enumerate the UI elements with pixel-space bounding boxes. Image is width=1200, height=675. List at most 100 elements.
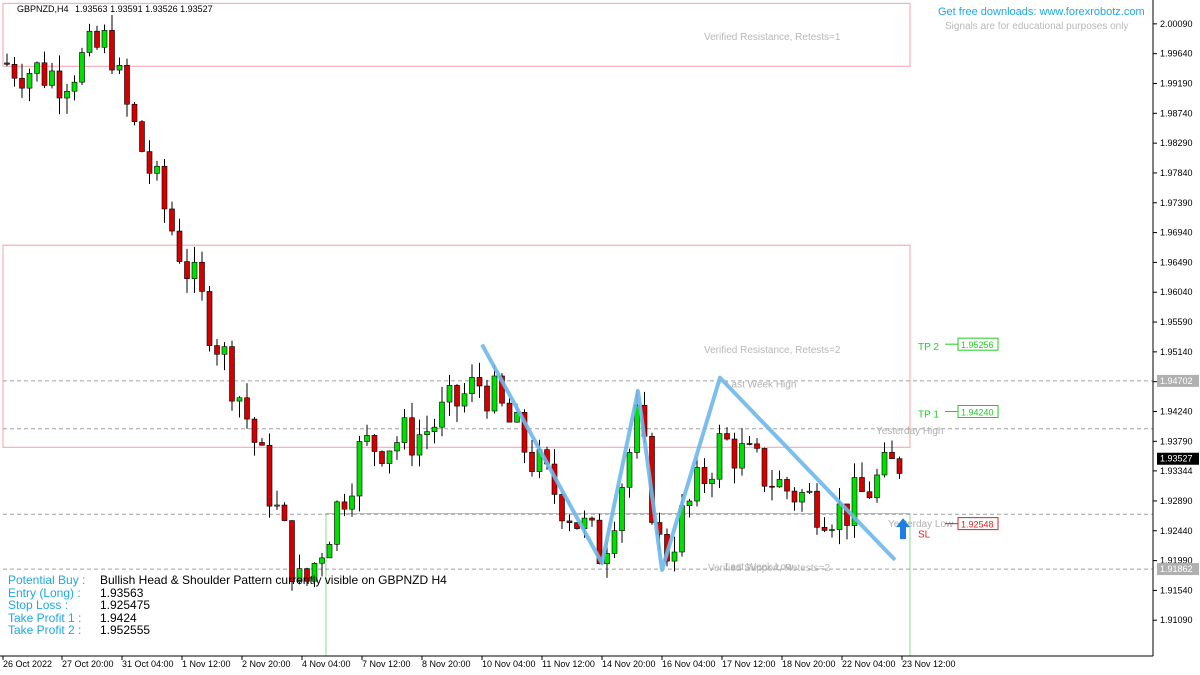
y-tick-label: 1.97390 xyxy=(1160,198,1193,208)
candle-body xyxy=(199,261,205,292)
x-tick-label: 10 Nov 04:00 xyxy=(482,659,536,669)
candle-body xyxy=(34,62,40,74)
bull-candle xyxy=(776,470,783,488)
bear-candle xyxy=(259,438,265,446)
candle-body xyxy=(26,73,33,89)
bear-candle xyxy=(379,450,385,467)
x-tick-label: 2 Nov 20:00 xyxy=(242,659,291,669)
candle-body xyxy=(79,52,85,83)
bear-candle xyxy=(701,458,708,494)
candle-body xyxy=(484,385,490,412)
candle-body xyxy=(176,230,183,262)
candle-body xyxy=(784,479,790,492)
candle-body xyxy=(769,485,775,488)
x-tick-label: 14 Nov 20:00 xyxy=(602,659,656,669)
candle-body xyxy=(874,474,880,499)
candle-body xyxy=(11,64,18,79)
bull-candle xyxy=(626,448,633,498)
candle-body xyxy=(161,165,168,210)
candle-body xyxy=(829,529,835,531)
candle-body xyxy=(274,504,280,507)
candle-body xyxy=(814,490,820,528)
bear-candle xyxy=(769,470,775,501)
zone-label: Verified Resistance, Retests=1 xyxy=(704,32,841,43)
candle-body xyxy=(791,490,798,503)
candle-body xyxy=(589,517,595,521)
x-tick-label: 26 Oct 2022 xyxy=(3,659,52,669)
yesterday-low-label: Yesterday Low xyxy=(888,519,954,530)
candle-body xyxy=(409,417,415,456)
info-value: Bullish Head & Shoulder Pattern currentl… xyxy=(100,573,447,587)
bear-candle xyxy=(206,286,213,352)
bear-candle xyxy=(124,58,130,117)
y-tick-label: 1.99190 xyxy=(1160,79,1193,89)
candle-body xyxy=(469,377,475,395)
bear-candle xyxy=(56,55,63,115)
y-tick-label: 1.94240 xyxy=(1160,406,1193,416)
bear-candle xyxy=(566,514,573,532)
candle-body xyxy=(559,494,565,522)
candle-body xyxy=(821,527,828,531)
yesterday-high-label: Yesterday High xyxy=(876,426,943,437)
candle-body xyxy=(251,418,258,443)
bear-candle xyxy=(889,440,895,459)
candle-body xyxy=(881,451,888,476)
candle-body xyxy=(71,81,78,92)
sl-price-text: 1.92548 xyxy=(961,520,994,530)
candle-body xyxy=(191,261,198,279)
y-tick-label: 1.93790 xyxy=(1160,436,1193,446)
bear-candle xyxy=(589,516,595,527)
price-tag-text: 1.93527 xyxy=(1160,454,1193,464)
candle-body xyxy=(341,501,348,510)
candle-body xyxy=(506,402,513,423)
candle-body xyxy=(146,151,153,174)
y-tick-label: 1.96490 xyxy=(1160,257,1193,267)
candle-body xyxy=(739,443,745,469)
x-tick-label: 4 Nov 04:00 xyxy=(302,659,351,669)
candle-body xyxy=(626,452,633,488)
bear-candle xyxy=(791,487,798,511)
x-tick-label: 18 Nov 20:00 xyxy=(782,659,836,669)
bear-candle xyxy=(814,483,820,535)
bull-candle xyxy=(274,490,280,510)
y-tick-label: 1.96040 xyxy=(1160,287,1193,297)
bull-candle xyxy=(874,468,880,503)
promo-link[interactable]: Get free downloads: www.forexrobotz.com xyxy=(938,6,1145,18)
bull-candle xyxy=(86,23,93,57)
bull-candle xyxy=(619,483,625,543)
bear-candle xyxy=(19,63,25,98)
bull-candle xyxy=(79,47,85,85)
head-shoulders-pattern xyxy=(480,343,897,572)
info-key: Take Profit 2 : xyxy=(8,623,82,637)
signal-info-panel: Potential Buy : Bullish Head & Shoulder P… xyxy=(0,574,460,644)
candle-body xyxy=(776,479,783,488)
bull-candle xyxy=(836,488,843,545)
candle-body xyxy=(326,543,333,559)
candle-body xyxy=(221,346,228,355)
candle-body xyxy=(154,165,160,174)
bull-candle xyxy=(394,436,400,460)
candle-body xyxy=(431,426,438,432)
bull-candle xyxy=(221,342,228,371)
candle-body xyxy=(349,495,355,510)
tp1-price-text: 1.94240 xyxy=(961,407,994,417)
candle-body xyxy=(709,478,715,484)
candle-body xyxy=(529,451,535,472)
x-tick-label: 22 Nov 04:00 xyxy=(842,659,896,669)
candle-body xyxy=(364,435,370,442)
ohlc-label: 1.93563 1.93591 1.93526 1.93527 xyxy=(75,4,213,14)
candle-body xyxy=(866,491,873,499)
bear-candle xyxy=(184,248,190,293)
candle-body xyxy=(86,30,93,53)
sl-label: SL xyxy=(918,529,931,540)
bear-candle xyxy=(251,417,258,456)
candle-body xyxy=(724,433,730,440)
bear-candle xyxy=(4,53,10,67)
disclaimer-text: Signals are for educational purposes onl… xyxy=(945,21,1129,32)
last-week-high-label: Last Week High xyxy=(726,380,796,391)
bull-candle xyxy=(356,435,363,512)
bull-candle xyxy=(154,160,160,181)
bear-candle xyxy=(731,432,738,484)
bull-candle xyxy=(386,450,393,474)
x-tick-label: 8 Nov 20:00 xyxy=(422,659,471,669)
